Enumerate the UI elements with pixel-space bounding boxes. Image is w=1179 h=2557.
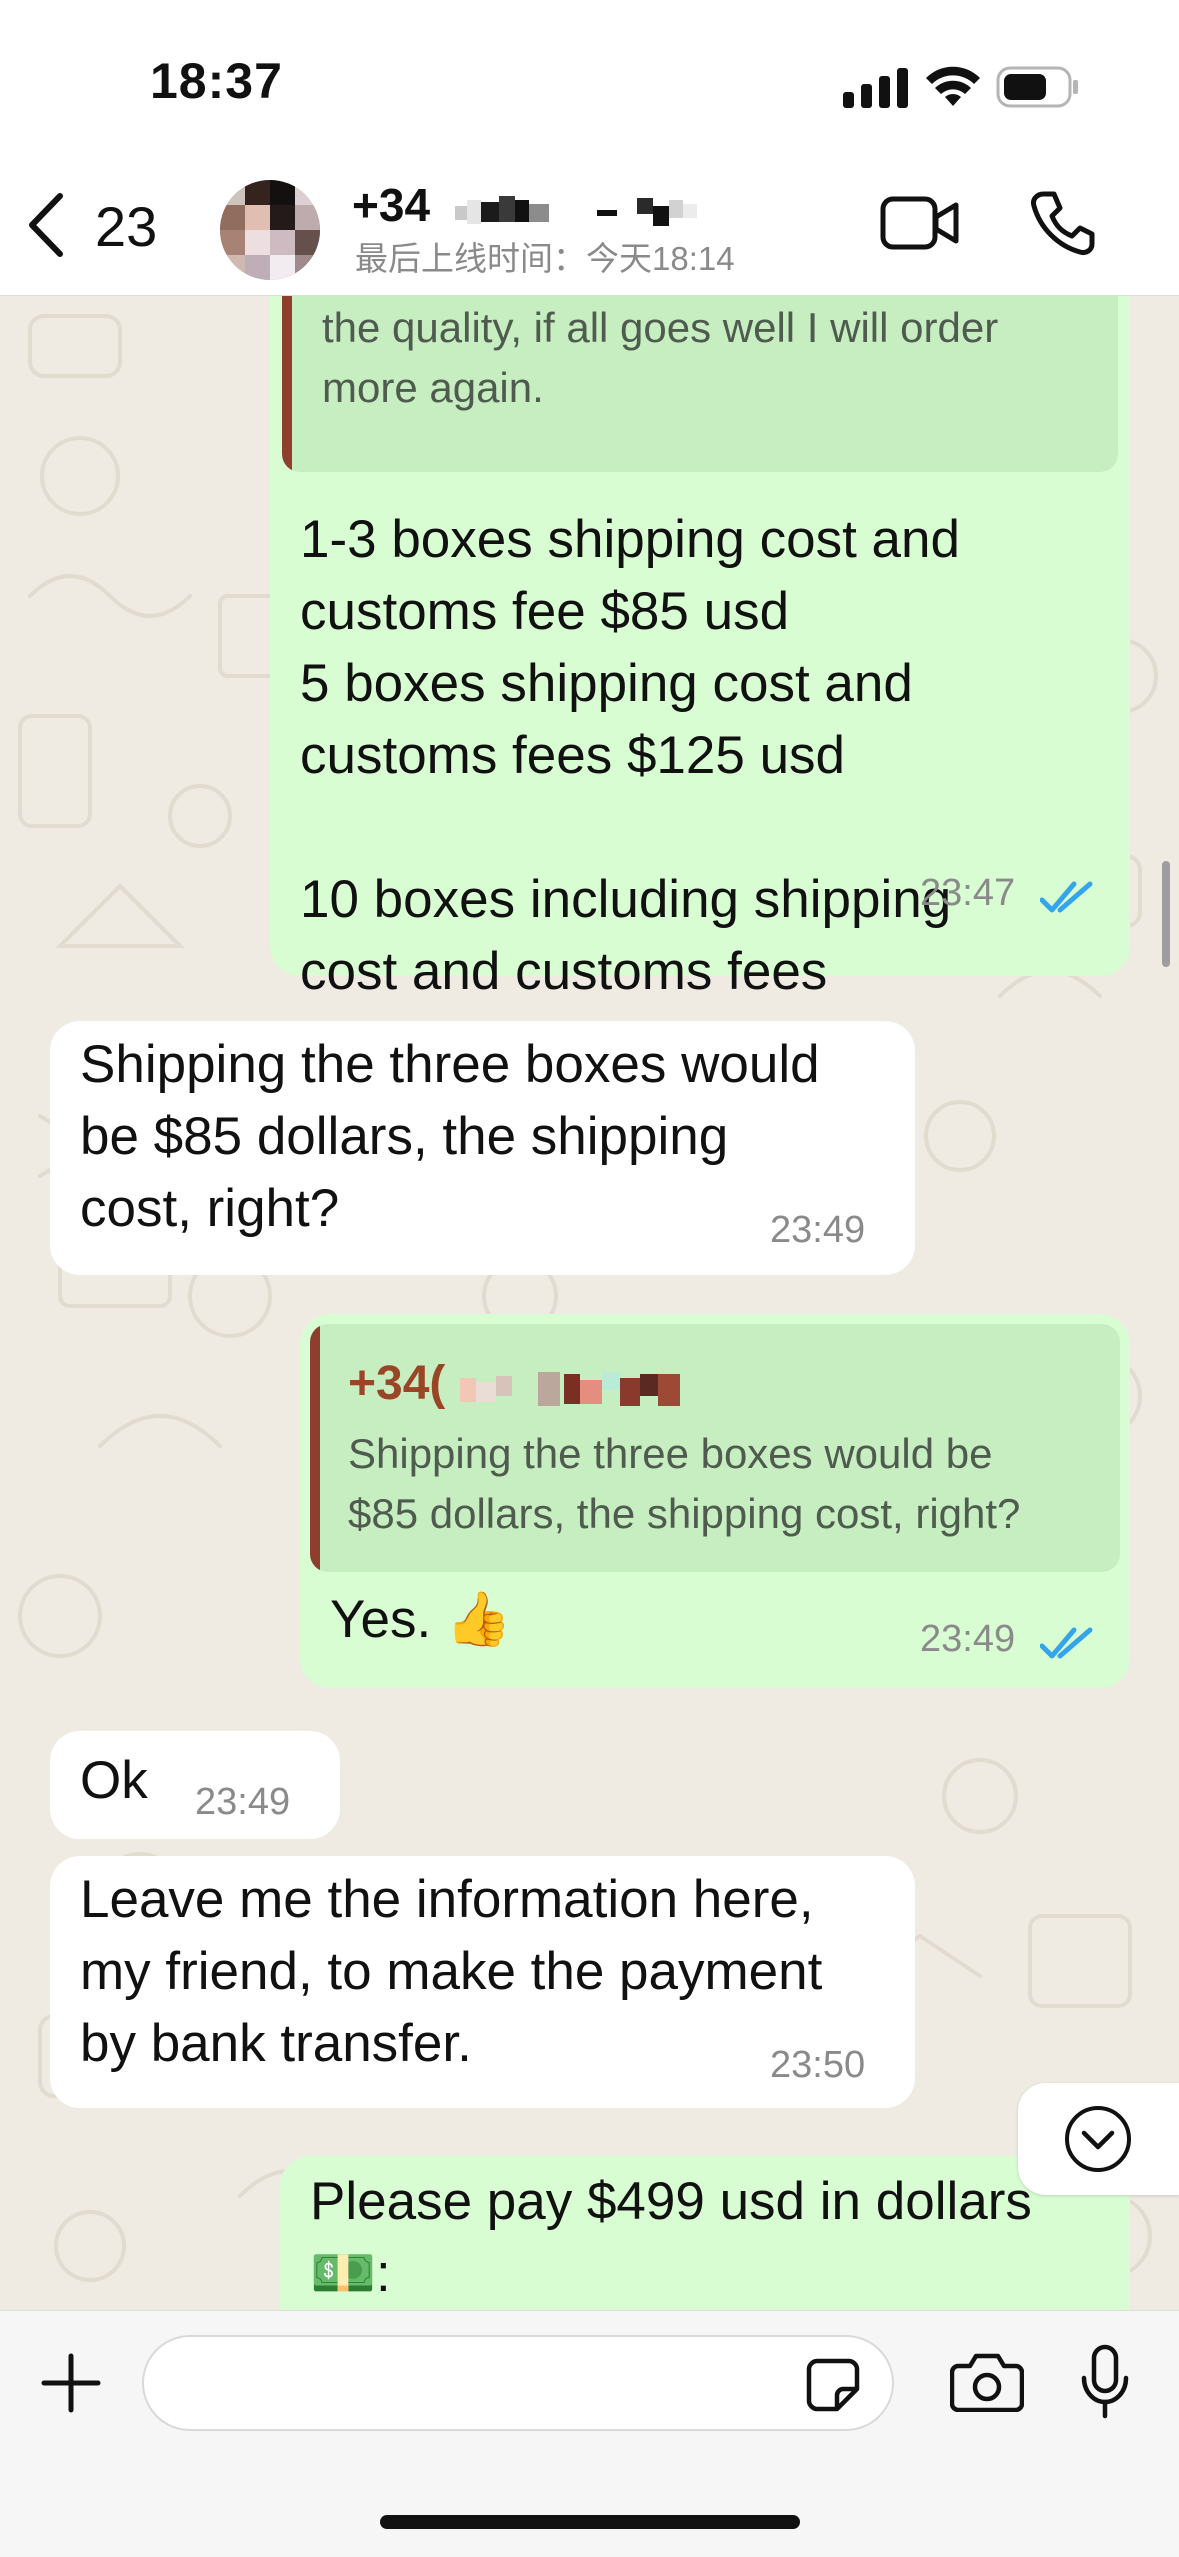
quote-text: the quality, if all goes well I will ord…: [322, 304, 999, 411]
camera-icon[interactable]: [950, 2352, 1024, 2412]
incoming-message-bubble[interactable]: Ok 23:49: [50, 1731, 340, 1839]
signal-bars-icon: [843, 68, 908, 108]
incoming-message-bubble[interactable]: Shipping the three boxes would be $85 do…: [50, 1021, 915, 1275]
outgoing-message-bubble[interactable]: the quality, if all goes well I will ord…: [270, 296, 1130, 1001]
read-receipt-icon: [1040, 1627, 1093, 1659]
message-time: 23:50: [770, 2044, 866, 2086]
message-text: Leave me the information here, my friend…: [80, 1870, 823, 2073]
quote-author: +34(: [348, 1357, 446, 1410]
wifi-icon: [926, 66, 980, 106]
unread-count[interactable]: 23: [95, 194, 157, 259]
video-call-icon[interactable]: [880, 193, 960, 253]
chevron-down-circle-icon: [1065, 2106, 1131, 2172]
message-time: 23:49: [770, 1209, 866, 1251]
message-time: 23:47: [920, 872, 1016, 914]
read-receipt-icon: [1040, 881, 1093, 913]
redacted-number: [460, 1372, 680, 1406]
message-text: Ok: [80, 1751, 148, 1810]
outgoing-message-bubble[interactable]: +34( Shipping the three boxes would be $…: [300, 1314, 1130, 1688]
redacted-number: [455, 196, 697, 226]
message-time: 23:49: [195, 1781, 291, 1823]
message-input[interactable]: [142, 2335, 894, 2431]
message-time: 23:49: [920, 1618, 1016, 1660]
incoming-message-bubble[interactable]: Leave me the information here, my friend…: [50, 1856, 915, 2108]
quote-accent-bar: [282, 296, 292, 472]
quote-accent-bar: [310, 1324, 320, 1572]
chat-area[interactable]: the quality, if all goes well I will ord…: [0, 296, 1179, 2310]
quoted-message[interactable]: the quality, if all goes well I will ord…: [282, 296, 1118, 472]
contact-avatar[interactable]: [220, 180, 320, 280]
scroll-to-bottom-button[interactable]: [1018, 2083, 1179, 2195]
message-text: Shipping the three boxes would be $85 do…: [80, 1035, 820, 1238]
voice-call-icon[interactable]: [1030, 190, 1096, 256]
quoted-message[interactable]: +34( Shipping the three boxes would be $…: [310, 1324, 1120, 1572]
sticker-icon[interactable]: [805, 2357, 861, 2413]
outgoing-message-bubble[interactable]: Please pay $499 usd in dollars 💵:: [280, 2156, 1130, 2310]
message-text: Yes. 👍: [330, 1590, 512, 1649]
message-text: Please pay $499 usd in dollars 💵:: [310, 2172, 1032, 2303]
battery-icon: [996, 66, 1078, 108]
status-time: 18:37: [150, 53, 283, 109]
scrollbar[interactable]: [1162, 861, 1170, 967]
home-indicator[interactable]: [380, 2515, 800, 2529]
quote-text: Shipping the three boxes would be $85 do…: [348, 1430, 1021, 1537]
contact-name[interactable]: +34: [352, 178, 430, 232]
back-chevron-icon[interactable]: [22, 190, 70, 260]
microphone-icon[interactable]: [1080, 2344, 1130, 2420]
last-seen-status: 最后上线时间：今天18:14: [355, 240, 735, 277]
message-text: 1-3 boxes shipping cost and customs fee …: [300, 510, 960, 1001]
plus-icon[interactable]: [40, 2352, 102, 2414]
